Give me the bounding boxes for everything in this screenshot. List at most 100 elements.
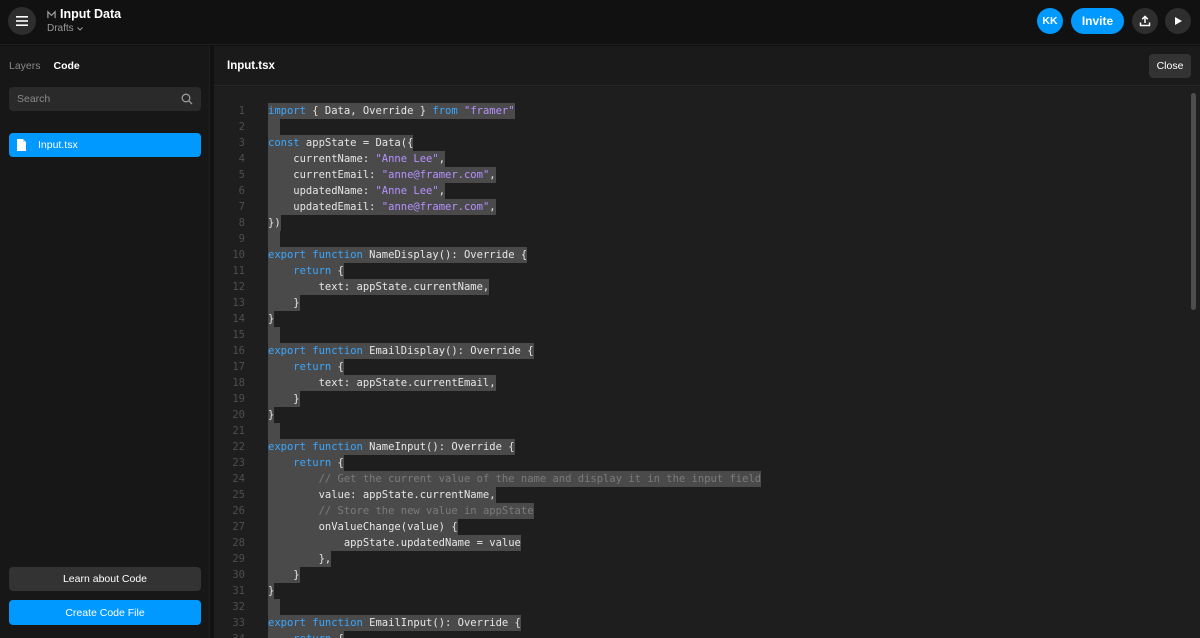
line-number: 24: [232, 473, 245, 485]
line-number: 31: [232, 585, 245, 597]
code-text: NameInput(): Override {: [362, 441, 515, 453]
preview-play-button[interactable]: [1165, 8, 1191, 34]
code-line: 9: [214, 231, 1174, 247]
code-text: updatedEmail:: [268, 201, 382, 213]
code-text: updatedName:: [268, 185, 376, 197]
code-line: 19 }: [214, 391, 1174, 407]
code-line: 11 return {: [214, 263, 1174, 279]
line-code[interactable]: [268, 423, 280, 439]
line-code[interactable]: currentEmail: "anne@framer.com",: [268, 167, 496, 183]
sidebar: Layers Code Input.tsx Learn about Code C…: [0, 46, 210, 638]
line-number: 21: [232, 425, 245, 437]
line-number: 7: [238, 201, 245, 213]
line-number: 14: [232, 313, 245, 325]
editor-scrollbar[interactable]: [1191, 93, 1196, 310]
line-code[interactable]: // Store the new value in appState: [268, 503, 534, 519]
user-avatar[interactable]: KK: [1037, 8, 1063, 34]
chevron-down-icon: [76, 26, 83, 31]
file-item-input-tsx[interactable]: Input.tsx: [9, 133, 201, 157]
line-code[interactable]: export function EmailInput(): Override {: [268, 615, 521, 631]
line-code[interactable]: [268, 119, 280, 135]
line-number: 3: [238, 137, 245, 149]
code-line: 13 }: [214, 295, 1174, 311]
code-text: text: appState.currentName,: [268, 281, 490, 293]
code-line: 2: [214, 119, 1174, 135]
line-code[interactable]: import { Data, Override } from "framer": [268, 103, 515, 119]
line-code[interactable]: text: appState.currentName,: [268, 279, 490, 295]
line-code[interactable]: [268, 327, 280, 343]
code-line: 12 text: appState.currentName,: [214, 279, 1174, 295]
line-code[interactable]: onValueChange(value) {: [268, 519, 458, 535]
line-code[interactable]: appState.updatedName = value: [268, 535, 521, 551]
code-keyword: return: [293, 633, 331, 638]
create-code-file-button[interactable]: Create Code File: [9, 600, 201, 625]
line-number: 23: [232, 457, 245, 469]
line-code[interactable]: return {: [268, 631, 344, 638]
line-code[interactable]: }: [268, 311, 275, 327]
code-line: 26 // Store the new value in appState: [214, 503, 1174, 519]
code-line: 33 export function EmailInput(): Override…: [214, 615, 1174, 631]
line-code[interactable]: currentName: "Anne Lee",: [268, 151, 446, 167]
line-code[interactable]: }): [268, 215, 281, 231]
line-code[interactable]: }: [268, 295, 300, 311]
line-number: 29: [232, 553, 245, 565]
top-bar: Input Data Drafts KK Invite: [0, 0, 1200, 45]
line-code[interactable]: }: [268, 407, 275, 423]
drafts-dropdown[interactable]: Drafts: [47, 23, 121, 34]
line-code[interactable]: value: appState.currentName,: [268, 487, 496, 503]
line-code[interactable]: updatedName: "Anne Lee",: [268, 183, 446, 199]
tab-layers[interactable]: Layers: [9, 60, 41, 72]
code-line: 17 return {: [214, 359, 1174, 375]
code-line: 28 appState.updatedName = value: [214, 535, 1174, 551]
code-line: 32: [214, 599, 1174, 615]
drafts-label: Drafts: [47, 23, 74, 34]
tab-code[interactable]: Code: [54, 60, 80, 72]
line-number: 30: [232, 569, 245, 581]
line-code[interactable]: export function NameInput(): Override {: [268, 439, 515, 455]
share-button[interactable]: [1132, 8, 1158, 34]
learn-about-code-button[interactable]: Learn about Code: [9, 567, 201, 591]
code-area[interactable]: 1 import { Data, Override } from "framer"…: [214, 87, 1200, 638]
line-code[interactable]: },: [268, 551, 332, 567]
code-line: 22 export function NameInput(): Override …: [214, 439, 1174, 455]
search-input[interactable]: [9, 87, 169, 111]
line-code[interactable]: [268, 599, 280, 615]
line-number: 17: [232, 361, 245, 373]
line-code[interactable]: }: [268, 391, 300, 407]
code-text: },: [268, 553, 332, 565]
code-line: 4 currentName: "Anne Lee",: [214, 151, 1174, 167]
line-code[interactable]: [268, 231, 280, 247]
upload-icon: [1139, 15, 1151, 27]
code-text: ,: [438, 153, 446, 165]
line-number: 13: [232, 297, 245, 309]
project-title[interactable]: Input Data: [60, 7, 121, 21]
line-code[interactable]: return {: [268, 455, 344, 471]
code-line: 14}: [214, 311, 1174, 327]
code-keyword: export: [268, 345, 306, 357]
code-keyword: return: [293, 361, 332, 373]
line-code[interactable]: // Get the current value of the name and…: [268, 471, 762, 487]
line-code[interactable]: updatedEmail: "anne@framer.com",: [268, 199, 496, 215]
code-keyword: return: [293, 265, 332, 277]
line-code[interactable]: }: [268, 567, 300, 583]
line-code[interactable]: text: appState.currentEmail,: [268, 375, 496, 391]
code-comment: // Store the new value in appState: [318, 505, 534, 517]
line-code[interactable]: return {: [268, 263, 344, 279]
line-code[interactable]: export function EmailDisplay(): Override…: [268, 343, 534, 359]
line-code[interactable]: }: [268, 583, 275, 599]
code-keyword: function: [312, 441, 363, 453]
code-text: EmailDisplay(): Override {: [362, 345, 534, 357]
line-code[interactable]: return {: [268, 359, 344, 375]
invite-button[interactable]: Invite: [1071, 8, 1124, 34]
line-code[interactable]: export function NameDisplay(): Override …: [268, 247, 528, 263]
code-text: value: appState.currentName,: [268, 489, 496, 501]
code-line: 21: [214, 423, 1174, 439]
code-text: appState.updatedName = value: [268, 537, 521, 549]
close-editor-button[interactable]: Close: [1149, 54, 1191, 78]
menu-button[interactable]: [8, 7, 36, 35]
line-code[interactable]: const appState = Data({: [268, 135, 414, 151]
